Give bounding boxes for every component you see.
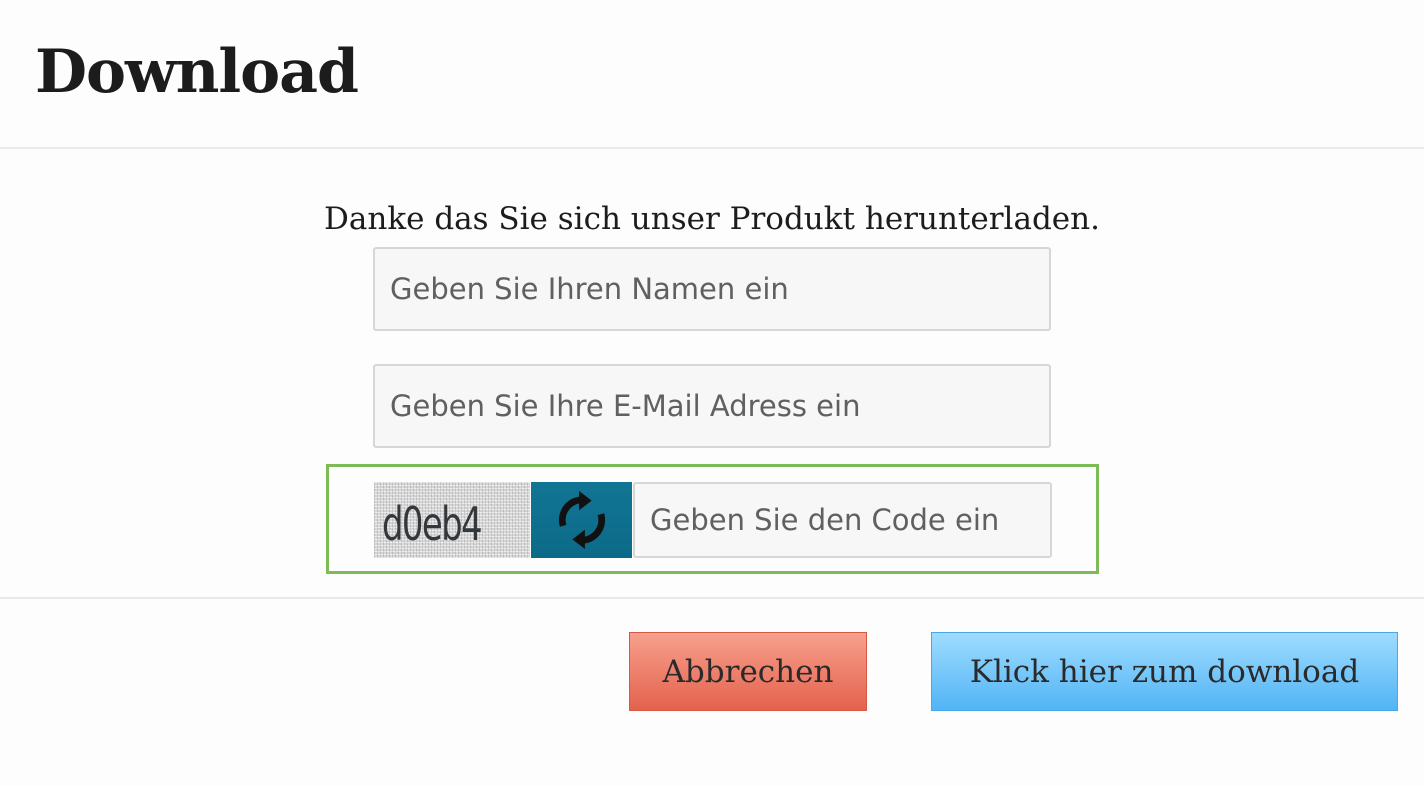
modal-footer: Abbrechen Klick hier zum download <box>0 597 1424 786</box>
captcha-group: d0eb4 <box>326 464 1099 574</box>
thanks-message: Danke das Sie sich unser Produkt herunte… <box>324 201 1100 237</box>
name-input[interactable] <box>373 247 1051 331</box>
refresh-icon <box>558 491 605 549</box>
modal-body: Danke das Sie sich unser Produkt herunte… <box>0 149 1424 598</box>
cancel-button[interactable]: Abbrechen <box>629 632 867 711</box>
download-button[interactable]: Klick hier zum download <box>931 632 1398 711</box>
page-title: Download <box>35 37 359 107</box>
captcha-code-input[interactable] <box>633 482 1052 558</box>
captcha-refresh-button[interactable] <box>531 482 632 558</box>
captcha-image: d0eb4 <box>374 482 530 558</box>
modal-header: Download <box>0 0 1424 149</box>
captcha-code: d0eb4 <box>382 497 483 551</box>
email-input[interactable] <box>373 364 1051 448</box>
